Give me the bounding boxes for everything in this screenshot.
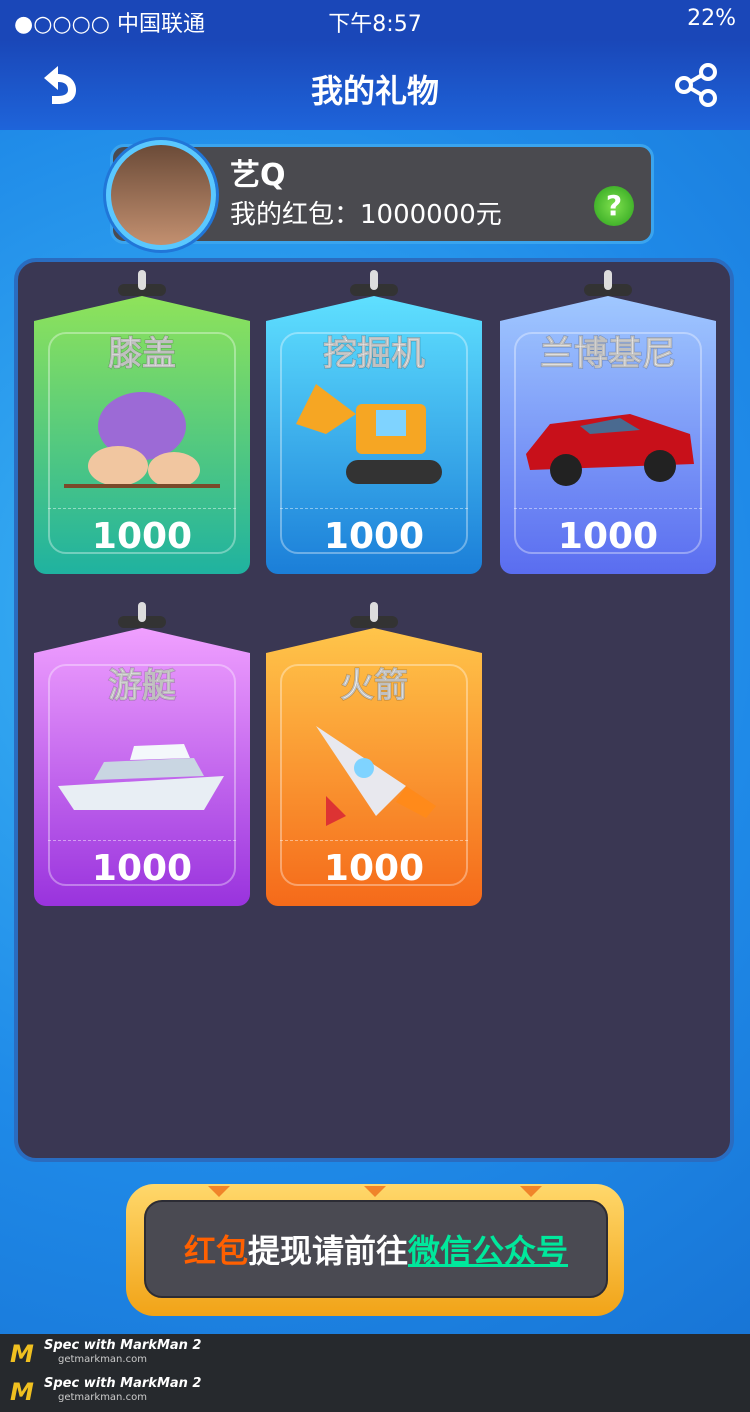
hanger-hook-icon bbox=[350, 270, 398, 296]
gift-name: 火箭 bbox=[340, 666, 409, 707]
markman-logo: M bbox=[10, 1378, 34, 1406]
gift-divider bbox=[514, 508, 702, 509]
withdraw-text-part2: 提现请前往 bbox=[247, 1232, 408, 1270]
gift-card[interactable]: 挖掘机 1000 bbox=[266, 270, 482, 574]
markman-line2: getmarkman.com bbox=[58, 1392, 147, 1403]
gift-price: 1000 bbox=[323, 848, 425, 889]
battery-label: 22% bbox=[687, 6, 736, 31]
gift-price: 1000 bbox=[323, 516, 425, 557]
status-bar: ●○○○○ 中国联通 下午8:57 22% bbox=[0, 0, 750, 40]
markman-line2: getmarkman.com bbox=[58, 1354, 147, 1365]
gift-price: 1000 bbox=[91, 848, 193, 889]
withdraw-text[interactable]: 红包提现请前往微信公众号 bbox=[144, 1226, 608, 1272]
hanger-hook-icon bbox=[118, 270, 166, 296]
gift-divider bbox=[280, 840, 468, 841]
gift-card[interactable]: 兰博基尼 1000 bbox=[500, 270, 716, 574]
arrow-marker-icon bbox=[520, 1186, 542, 1197]
share-icon[interactable] bbox=[674, 62, 720, 108]
gift-name: 膝盖 bbox=[108, 334, 177, 375]
nav-bar: 我的礼物 bbox=[0, 40, 750, 130]
hanger-hook-icon bbox=[350, 602, 398, 628]
yacht-icon bbox=[58, 744, 224, 810]
rocket-icon bbox=[316, 726, 436, 826]
markman-line1: Spec with MarkMan 2 bbox=[44, 1376, 202, 1391]
red-packet-balance: 我的红包：1000000元 bbox=[230, 200, 502, 230]
gift-name: 挖掘机 bbox=[323, 334, 426, 375]
gift-card[interactable]: 游艇 1000 bbox=[34, 602, 250, 906]
markman-line1: Spec with MarkMan 2 bbox=[44, 1338, 202, 1353]
gift-card[interactable]: 火箭 1000 bbox=[266, 602, 482, 906]
arrow-marker-icon bbox=[364, 1186, 386, 1197]
hanger-hook-icon bbox=[118, 602, 166, 628]
withdraw-text-part1: 红包 bbox=[183, 1232, 248, 1270]
gift-name: 兰博基尼 bbox=[540, 334, 677, 375]
hanger-hook-icon bbox=[584, 270, 632, 296]
excavator-icon bbox=[296, 384, 442, 484]
clock: 下午8:57 bbox=[328, 12, 422, 37]
markman-bar: M Spec with MarkMan 2 getmarkman.com bbox=[0, 1372, 750, 1412]
gift-card[interactable]: 膝盖 1000 bbox=[34, 270, 250, 574]
gift-divider bbox=[280, 508, 468, 509]
gift-price: 1000 bbox=[557, 516, 659, 557]
gift-price: 1000 bbox=[91, 516, 193, 557]
wechat-link[interactable]: 微信公众号 bbox=[408, 1232, 568, 1270]
avatar[interactable] bbox=[106, 140, 216, 250]
markman-bar: M Spec with MarkMan 2 getmarkman.com bbox=[0, 1334, 750, 1374]
user-name: 艺Q bbox=[230, 158, 286, 193]
help-icon[interactable]: ? bbox=[594, 186, 634, 226]
gift-divider bbox=[48, 508, 236, 509]
markman-logo: M bbox=[10, 1340, 34, 1368]
arrow-marker-icon bbox=[208, 1186, 230, 1197]
knee-icon bbox=[64, 392, 220, 488]
gift-name: 游艇 bbox=[108, 666, 177, 707]
gift-divider bbox=[48, 840, 236, 841]
page-title: 我的礼物 bbox=[310, 72, 439, 110]
lamborghini-icon bbox=[526, 414, 694, 486]
